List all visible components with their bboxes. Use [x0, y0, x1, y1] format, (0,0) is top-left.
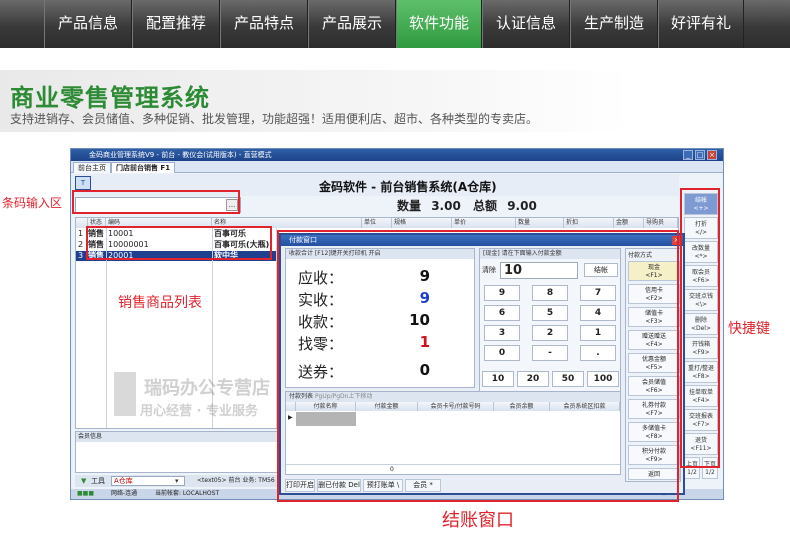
annotation-checkout-label: 结账窗口: [442, 510, 514, 531]
nav-item[interactable]: 好评有礼: [658, 0, 744, 48]
window-titlebar: 金码商业管理系统V9 - 前台 - 教仪会(试用版本) - 直营模式: [71, 149, 723, 161]
close-icon[interactable]: ×: [707, 150, 717, 160]
annotation-checkout-box: [277, 230, 679, 502]
banner-title: 商业零售管理系统: [10, 83, 210, 112]
tab-home[interactable]: 前台主页: [73, 162, 111, 173]
annotation-shortcuts-label: 快捷键: [728, 321, 770, 337]
pos-logo-icon: T: [75, 176, 91, 190]
grid-header-spec: 规格: [392, 218, 452, 228]
grid-header-guide: 导购员: [644, 218, 678, 228]
grid-header-amount: 金额: [614, 218, 644, 228]
network-status: 网络-连通: [111, 490, 138, 497]
watermark-line1: 瑞码办公专营店: [144, 378, 270, 399]
status-lights-icon: ■■■: [77, 490, 95, 497]
quantity-label: 数量: [397, 199, 422, 213]
member-info-panel: 会员信息: [75, 431, 281, 473]
annotation-shortcuts-box: [680, 188, 720, 468]
annotation-barcode-label: 条码输入区: [2, 196, 63, 210]
nav-item[interactable]: 生产制造: [570, 0, 658, 48]
tab-bar: 前台主页 门店前台销售 F1: [71, 161, 723, 173]
annotation-product-list-box: [86, 226, 272, 260]
grid-header-price: 单价: [452, 218, 516, 228]
grid-header-discount: 折扣: [564, 218, 614, 228]
grid-header-qty: 数量: [516, 218, 564, 228]
watermark-logo: [114, 372, 136, 416]
banner-subtitle: 支持进销存、会员储值、多种促销、批发管理，功能超强！适用便利店、超市、各种类型的…: [10, 112, 539, 126]
quantity-total-summary: 数量 3.00 总额 9.00: [397, 197, 537, 214]
quantity-value: 3.00: [431, 199, 461, 213]
nav-item[interactable]: 产品展示: [308, 0, 396, 48]
nav-item[interactable]: 产品特点: [220, 0, 308, 48]
watermark-line2: 用心经营 · 专业服务: [140, 404, 258, 419]
minimize-icon[interactable]: _: [683, 150, 693, 160]
top-nav: 产品信息 配置推荐 产品特点 产品展示 软件功能 认证信息 生产制造 好评有礼: [0, 0, 790, 48]
tools-button[interactable]: 工具: [91, 475, 105, 487]
total-label: 总额: [473, 199, 498, 213]
row-index: 1: [78, 229, 84, 238]
account-status: 当前帐套: LOCALHOST: [155, 490, 220, 497]
bottom-hint: <text05> 前台 业务: TM56: [197, 477, 275, 484]
filter-icon: ▼: [81, 477, 87, 485]
product-banner: 商业零售管理系统 支持进销存、会员储值、多种促销、批发管理，功能超强！适用便利店…: [0, 70, 630, 132]
grid-header-unit: 单位: [362, 218, 392, 228]
tab-pos-sales[interactable]: 门店前台销售 F1: [111, 162, 176, 173]
sales-title: 金码软件 - 前台销售系统(A仓库): [319, 180, 497, 194]
warehouse-select[interactable]: A仓库: [111, 476, 185, 486]
total-value: 9.00: [507, 199, 537, 213]
annotation-product-list-label: 销售商品列表: [118, 295, 202, 311]
nav-item[interactable]: 产品信息: [44, 0, 132, 48]
nav-item[interactable]: 配置推荐: [132, 0, 220, 48]
nav-item[interactable]: 认证信息: [482, 0, 570, 48]
maximize-icon[interactable]: □: [695, 150, 705, 160]
row-index: 3: [78, 251, 84, 260]
annotation-barcode-box: [72, 190, 240, 214]
chevron-down-icon[interactable]: ▾: [175, 475, 179, 487]
row-index: 2: [78, 240, 84, 249]
nav-item[interactable]: 软件功能: [396, 0, 482, 48]
member-panel-title: 会员信息: [76, 432, 280, 442]
